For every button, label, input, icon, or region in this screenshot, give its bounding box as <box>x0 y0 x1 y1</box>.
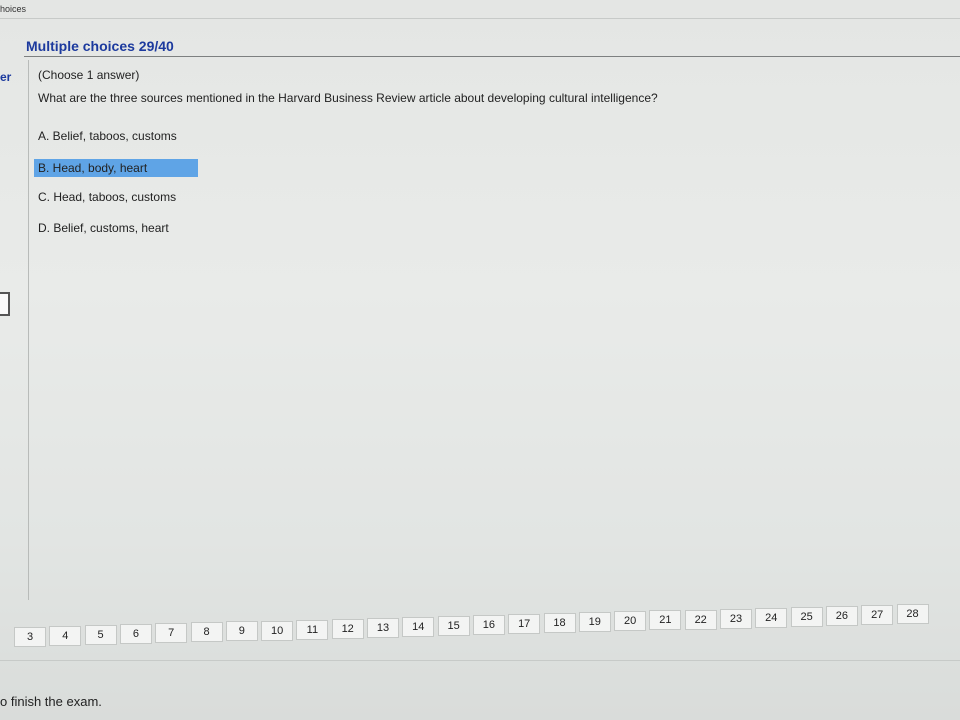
section-divider <box>24 56 960 57</box>
option-d[interactable]: D. Belief, customs, heart <box>34 219 173 237</box>
bottom-divider <box>0 660 960 661</box>
page-button-20[interactable]: 20 <box>614 611 647 632</box>
page-button-7[interactable]: 7 <box>155 623 188 644</box>
top-divider <box>0 18 960 19</box>
page-button-21[interactable]: 21 <box>649 610 682 631</box>
page-button-26[interactable]: 26 <box>825 605 858 626</box>
tab-label[interactable]: hoices <box>0 4 26 14</box>
page-button-23[interactable]: 23 <box>720 608 752 629</box>
option-c[interactable]: C. Head, taboos, customs <box>34 188 180 206</box>
page-button-11[interactable]: 11 <box>296 619 329 640</box>
answer-instruction: (Choose 1 answer) <box>38 68 140 82</box>
page-button-14[interactable]: 14 <box>402 616 435 637</box>
page-button-4[interactable]: 4 <box>49 626 82 647</box>
page-button-17[interactable]: 17 <box>508 614 541 635</box>
page-button-19[interactable]: 19 <box>578 612 611 633</box>
page-button-8[interactable]: 8 <box>190 622 223 643</box>
question-text: What are the three sources mentioned in … <box>38 91 658 105</box>
page-button-25[interactable]: 25 <box>790 606 823 627</box>
page-button-16[interactable]: 16 <box>472 615 505 636</box>
page-button-5[interactable]: 5 <box>84 625 117 646</box>
question-pager: 3 4 5 6 7 8 9 10 11 12 13 14 15 16 17 18 19 20 21 22 23 24 25 2… <box>0 598 960 660</box>
page-button-15[interactable]: 15 <box>437 615 470 636</box>
page-button-28[interactable]: 28 <box>896 604 929 624</box>
page-button-22[interactable]: 22 <box>684 609 717 630</box>
page-button-6[interactable]: 6 <box>119 624 152 645</box>
page-button-13[interactable]: 13 <box>367 617 399 638</box>
page-button-27[interactable]: 27 <box>861 604 894 625</box>
page-button-10[interactable]: 10 <box>261 620 294 641</box>
option-a[interactable]: A. Belief, taboos, customs <box>34 127 181 145</box>
page-button-12[interactable]: 12 <box>331 618 364 639</box>
page-button-18[interactable]: 18 <box>543 613 576 634</box>
section-title: Multiple choices 29/40 <box>26 38 174 54</box>
page-button-24[interactable]: 24 <box>755 607 788 628</box>
left-sidebar-fragment: er <box>0 70 12 84</box>
option-b[interactable]: B. Head, body, heart <box>34 159 198 177</box>
left-sidebar-box <box>0 292 10 316</box>
page-button-9[interactable]: 9 <box>225 621 258 642</box>
finish-exam-text: o finish the exam. <box>0 694 102 709</box>
page-button-3[interactable]: 3 <box>14 627 46 647</box>
